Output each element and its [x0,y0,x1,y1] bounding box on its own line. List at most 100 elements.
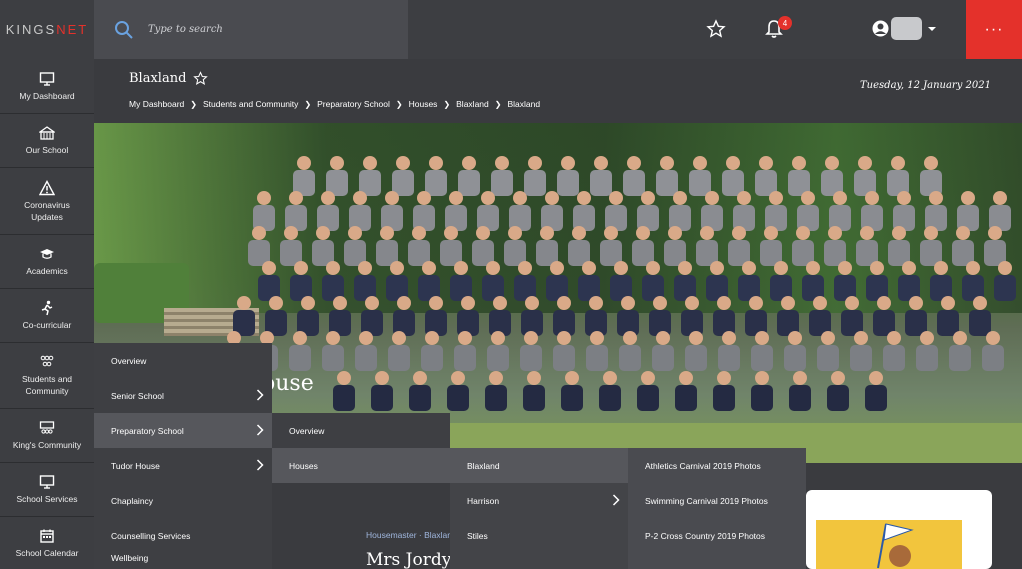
student-figure-body [333,385,355,411]
student-figure-body [520,345,542,371]
sidebar-item-school-calendar[interactable]: School Calendar [0,517,94,569]
student-figure-head [422,261,436,275]
student-figure-head [269,296,283,310]
school-building-icon [39,126,55,140]
breadcrumb-item[interactable]: Houses [409,99,438,109]
student-figure-head [508,226,522,240]
menu-item-athletics-carnival-photos[interactable]: Athletics Carnival 2019 Photos [628,448,806,483]
student-figure-head [603,371,617,385]
sidebar-item-students-and-community[interactable]: Students and Community [0,343,94,409]
student-figure-head [788,331,802,345]
menu-item-tudor-house[interactable]: Tudor House [94,448,272,483]
student-figure-body [599,385,621,411]
student-figure-body [487,345,509,371]
search-icon[interactable] [114,20,134,40]
sidebar-item-our-school[interactable]: Our School [0,114,94,168]
menu-item-blaxland[interactable]: Blaxland [450,448,628,483]
breadcrumb-item[interactable]: My Dashboard [129,99,184,109]
breadcrumb: My Dashboard ❯ Students and Community ❯ Pr… [129,99,540,109]
student-figure-head [528,156,542,170]
student-figure-body [561,385,583,411]
menu-item-counselling-services[interactable]: Counselling Services [94,518,272,553]
student-figure-body [751,385,773,411]
sidebar-item-academics[interactable]: Academics [0,235,94,289]
student-figure-head [956,226,970,240]
menu-item-swimming-carnival-photos[interactable]: Swimming Carnival 2019 Photos [628,483,806,518]
menu-item-prep-overview[interactable]: Overview [272,413,450,448]
student-figure-head [577,191,591,205]
menu-item-harrison[interactable]: Harrison [450,483,628,518]
student-figure-head [513,191,527,205]
user-menu[interactable] [872,17,936,40]
breadcrumb-item[interactable]: Students and Community [203,99,298,109]
menu-item-stiles[interactable]: Stiles [450,518,628,553]
student-figure-head [821,331,835,345]
menu-item-preparatory-school[interactable]: Preparatory School [94,413,272,448]
student-figure-head [717,371,731,385]
more-menu-button[interactable]: ··· [966,0,1022,59]
student-figure-head [358,261,372,275]
student-figure-head [380,226,394,240]
student-figure-head [902,261,916,275]
sidebar-item-label: My Dashboard [19,90,75,101]
menu-item-houses[interactable]: Houses [272,448,450,483]
house-crest-image [816,520,962,569]
sidebar-item-coronavirus-updates[interactable]: Coronavirus Updates [0,168,94,235]
student-figure-head [326,331,340,345]
student-figure-head [726,156,740,170]
student-figure-body [458,170,480,196]
menu-item-label: Overview [111,355,147,366]
student-figure-head [941,296,955,310]
sidebar-item-school-services[interactable]: School Services [0,463,94,517]
menu-item-label: Athletics Carnival 2019 Photos [645,460,761,471]
student-figure-head [486,261,500,275]
running-person-icon [41,300,53,316]
student-figure-head [806,261,820,275]
student-figure-body [425,170,447,196]
sidebar-item-kings-community[interactable]: King's Community [0,409,94,463]
menu-item-label: Senior School [111,390,164,401]
student-figure-head [594,156,608,170]
sidebar-item-co-curricular[interactable]: Co-curricular [0,289,94,343]
breadcrumb-item[interactable]: Blaxland [456,99,489,109]
sidebar: My Dashboard Our School Coronavirus Upda… [0,59,94,569]
menu-item-label: Chaplaincy [111,495,154,506]
kingsnet-logo[interactable]: KINGS NET [0,0,94,59]
student-figure-head [359,331,373,345]
menu-item-senior-school[interactable]: Senior School [94,378,272,413]
student-figure-head [316,226,330,240]
page-header: Blaxland My Dashboard ❯ Students and Comm… [94,59,1022,123]
menu-item-label: Wellbeing [111,553,149,563]
student-figure-head [604,226,618,240]
menu-item-overview[interactable]: Overview [94,343,272,378]
favourite-star-icon[interactable] [706,19,726,39]
search-input[interactable] [148,24,388,35]
student-figure-head [289,191,303,205]
student-figure-head [582,261,596,275]
student-figure-head [833,191,847,205]
student-figure-head [887,331,901,345]
student-figure-head [897,191,911,205]
house-crest-card [806,490,992,569]
student-figure-head [934,261,948,275]
student-figure-head [854,331,868,345]
student-figure-head [413,371,427,385]
sidebar-item-my-dashboard[interactable]: My Dashboard [0,59,94,114]
student-figure-body [409,385,431,411]
student-figure-head [365,296,379,310]
preparatory-school-flyout: Overview Houses [272,413,450,483]
favourite-star-icon[interactable] [193,71,209,86]
chevron-right-icon: ❯ [190,99,197,109]
breadcrumb-item[interactable]: Preparatory School [317,99,390,109]
logo-text-main: KINGS [5,22,57,37]
menu-item-chaplaincy[interactable]: Chaplaincy [94,483,272,518]
houses-flyout: Blaxland Harrison Stiles [450,448,628,569]
student-figure-head [700,226,714,240]
student-figure-head [781,296,795,310]
student-figure-head [858,156,872,170]
student-figure-head [813,296,827,310]
student-figure-head [641,191,655,205]
menu-item-cross-country-photos[interactable]: P-2 Cross Country 2019 Photos [628,518,806,553]
menu-item-wellbeing[interactable]: Wellbeing [94,553,272,569]
student-figure-head [869,371,883,385]
